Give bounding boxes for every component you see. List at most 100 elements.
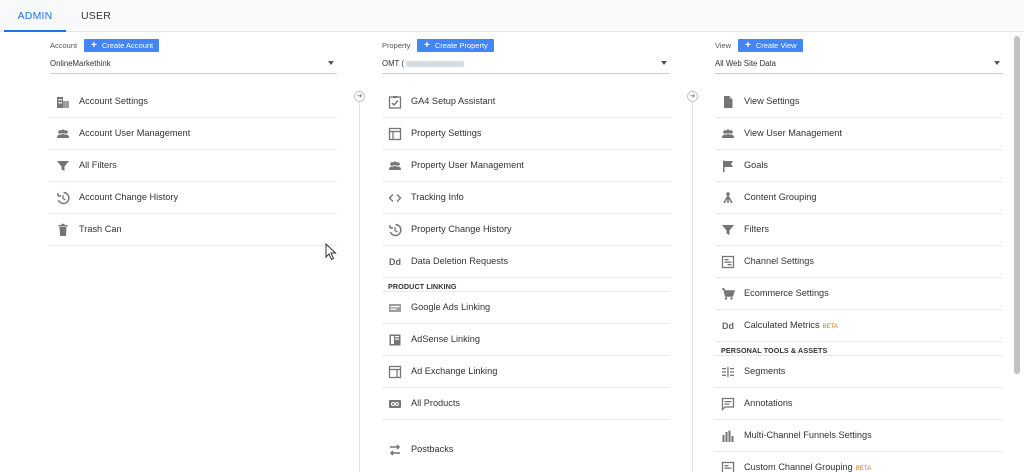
menu-item-goals[interactable]: Goals [715, 150, 1003, 182]
menu-item-label: Data Deletion Requests [411, 256, 509, 266]
filter-icon [56, 159, 70, 173]
create-property-button[interactable]: + Create Property [417, 39, 494, 52]
menu-item-label: GA4 Setup Assistant [411, 96, 496, 106]
menu-item-view-settings[interactable]: View Settings [715, 86, 1003, 118]
menu-item-label: Account Settings [79, 96, 148, 106]
property-menu: GA4 Setup Assistant Property Settings Pr… [382, 86, 670, 278]
menu-item-label: Postbacks [411, 444, 454, 454]
column-divider [692, 90, 693, 472]
menu-item-adsense-linking[interactable]: AdSense Linking [382, 324, 670, 356]
menu-item-label: Ecommerce Settings [744, 288, 829, 298]
menu-item-all-products[interactable]: All Products [382, 388, 670, 420]
menu-item-calculated-metrics[interactable]: Dd Calculated Metrics BETA [715, 310, 1003, 342]
menu-item-segments[interactable]: Segments [715, 356, 1003, 388]
bars-icon [721, 429, 735, 443]
view-column: View + Create View All Web Site Data View… [715, 32, 1003, 472]
menu-item-view-user-management[interactable]: View User Management [715, 118, 1003, 150]
code-icon [388, 191, 402, 205]
plus-icon: + [745, 40, 751, 51]
menu-item-ga4-setup-assistant[interactable]: GA4 Setup Assistant [382, 86, 670, 118]
tab-admin[interactable]: ADMIN [4, 0, 66, 32]
menu-item-label: Goals [744, 160, 769, 170]
menu-item-label: Calculated Metrics BETA [744, 320, 838, 330]
menu-item-account-settings[interactable]: Account Settings [50, 86, 337, 118]
arrow-right-icon: ➜ [354, 91, 365, 102]
flag-icon [721, 159, 735, 173]
property-label: Property [382, 41, 411, 50]
menu-item-label: Trash Can [79, 224, 122, 234]
menu-item-content-grouping[interactable]: Content Grouping [715, 182, 1003, 214]
menu-item-multi-channel-funnels[interactable]: Multi-Channel Funnels Settings [715, 420, 1003, 452]
menu-item-all-filters[interactable]: All Filters [50, 150, 337, 182]
property-selector[interactable]: OMT ( [382, 52, 670, 74]
menu-item-filters[interactable]: Filters [715, 214, 1003, 246]
property-column: Property + Create Property OMT ( GA4 Setu… [382, 32, 670, 466]
grouping-icon [721, 191, 735, 205]
caret-down-icon [661, 61, 667, 65]
beta-badge: BETA [855, 466, 872, 472]
menu-item-property-settings[interactable]: Property Settings [382, 118, 670, 150]
menu-item-label: View Settings [744, 96, 800, 106]
menu-item-custom-channel-grouping[interactable]: Custom Channel Grouping BETA [715, 452, 1003, 472]
menu-item-label: Annotations [744, 398, 793, 408]
people-icon [388, 159, 402, 173]
building-icon [56, 95, 70, 109]
menu-item-postbacks[interactable]: Postbacks [382, 420, 670, 466]
menu-item-data-deletion-requests[interactable]: Dd Data Deletion Requests [382, 246, 670, 278]
adsense-icon [388, 333, 402, 347]
property-header: Property + Create Property [382, 32, 670, 52]
channel-icon [721, 255, 735, 269]
menu-item-account-user-management[interactable]: Account User Management [50, 118, 337, 150]
plus-icon: + [424, 40, 430, 51]
menu-item-property-change-history[interactable]: Property Change History [382, 214, 670, 246]
menu-item-ad-exchange-linking[interactable]: Ad Exchange Linking [382, 356, 670, 388]
menu-item-label: Custom Channel Grouping BETA [744, 462, 872, 472]
menu-item-label: Tracking Info [411, 192, 464, 202]
menu-item-channel-settings[interactable]: Channel Settings [715, 246, 1003, 278]
postbacks-icon [388, 443, 402, 457]
menu-item-annotations[interactable]: Annotations [715, 388, 1003, 420]
history-icon [388, 223, 402, 237]
checklist-icon [388, 95, 402, 109]
people-icon [721, 127, 735, 141]
menu-item-ecommerce-settings[interactable]: Ecommerce Settings [715, 278, 1003, 310]
annotation-icon [721, 397, 735, 412]
menu-item-tracking-info[interactable]: Tracking Info [382, 182, 670, 214]
menu-item-trash-can[interactable]: Trash Can [50, 214, 337, 246]
filter-icon [721, 223, 735, 237]
section-title-product-linking: PRODUCT LINKING [382, 278, 670, 292]
menu-item-label: All Products [411, 398, 461, 408]
menu-item-label: All Filters [79, 160, 117, 170]
view-selector[interactable]: All Web Site Data [715, 52, 1003, 74]
tab-user[interactable]: USER [70, 0, 122, 32]
segments-icon [721, 365, 735, 379]
menu-item-property-user-management[interactable]: Property User Management [382, 150, 670, 182]
channel-icon [721, 461, 735, 472]
menu-item-account-change-history[interactable]: Account Change History [50, 182, 337, 214]
create-view-button[interactable]: + Create View [738, 39, 803, 52]
menu-item-label: View User Management [744, 128, 842, 138]
account-column: Account + Create Account OnlineMarkethink… [50, 32, 337, 246]
menu-item-label: AdSense Linking [411, 334, 480, 344]
page-scrollbar[interactable] [1014, 36, 1020, 374]
mouse-cursor-icon [325, 242, 337, 264]
people-icon [56, 127, 70, 141]
arrow-right-icon: ➜ [687, 91, 698, 102]
ads-icon [388, 301, 402, 315]
settings-page-icon [388, 127, 402, 141]
document-icon [721, 95, 735, 109]
plus-icon: + [91, 40, 97, 51]
menu-item-google-ads-linking[interactable]: Google Ads Linking [382, 292, 670, 324]
section-title-personal-tools: PERSONAL TOOLS & ASSETS [715, 342, 1003, 356]
account-selector-value: OnlineMarkethink [50, 59, 111, 68]
menu-item-label: Account User Management [79, 128, 191, 138]
caret-down-icon [994, 61, 1000, 65]
create-account-button[interactable]: + Create Account [84, 39, 160, 52]
menu-item-label: Content Grouping [744, 192, 817, 202]
trash-icon [56, 223, 70, 237]
property-selector-value: OMT ( [382, 59, 464, 68]
products-icon [388, 397, 402, 411]
adexchange-icon [388, 365, 402, 379]
account-selector[interactable]: OnlineMarkethink [50, 52, 337, 74]
dd-icon: Dd [389, 257, 401, 267]
